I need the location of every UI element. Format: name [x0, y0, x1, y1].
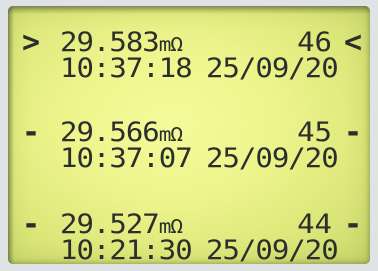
selection-marker-right: -: [343, 115, 362, 150]
record-date: 25/09/20: [206, 142, 339, 174]
record-time: 10:37:07: [60, 142, 193, 174]
measurement-entry: - 29.566mΩ 45 - 10:37:07 25/09/20: [8, 115, 370, 182]
measurement-entry: > 29.583mΩ 46 < 10:37:18 25/09/20: [8, 25, 370, 92]
selection-marker-left: >: [22, 25, 41, 60]
record-date: 25/09/20: [206, 52, 339, 84]
measurement-entry: - 29.527mΩ 44 - 10:21:30 25/09/20: [8, 207, 370, 264]
device-bezel: > 29.583mΩ 46 < 10:37:18 25/09/20 - 29.5…: [0, 0, 378, 271]
record-time: 10:21:30: [60, 234, 193, 264]
selection-marker-left: -: [22, 115, 41, 150]
selection-marker-right: <: [343, 25, 362, 60]
record-time: 10:37:18: [60, 52, 193, 84]
lcd-screen: > 29.583mΩ 46 < 10:37:18 25/09/20 - 29.5…: [8, 6, 370, 264]
selection-marker-left: -: [22, 207, 41, 242]
selection-marker-right: -: [343, 207, 362, 242]
record-date: 25/09/20: [206, 234, 339, 264]
